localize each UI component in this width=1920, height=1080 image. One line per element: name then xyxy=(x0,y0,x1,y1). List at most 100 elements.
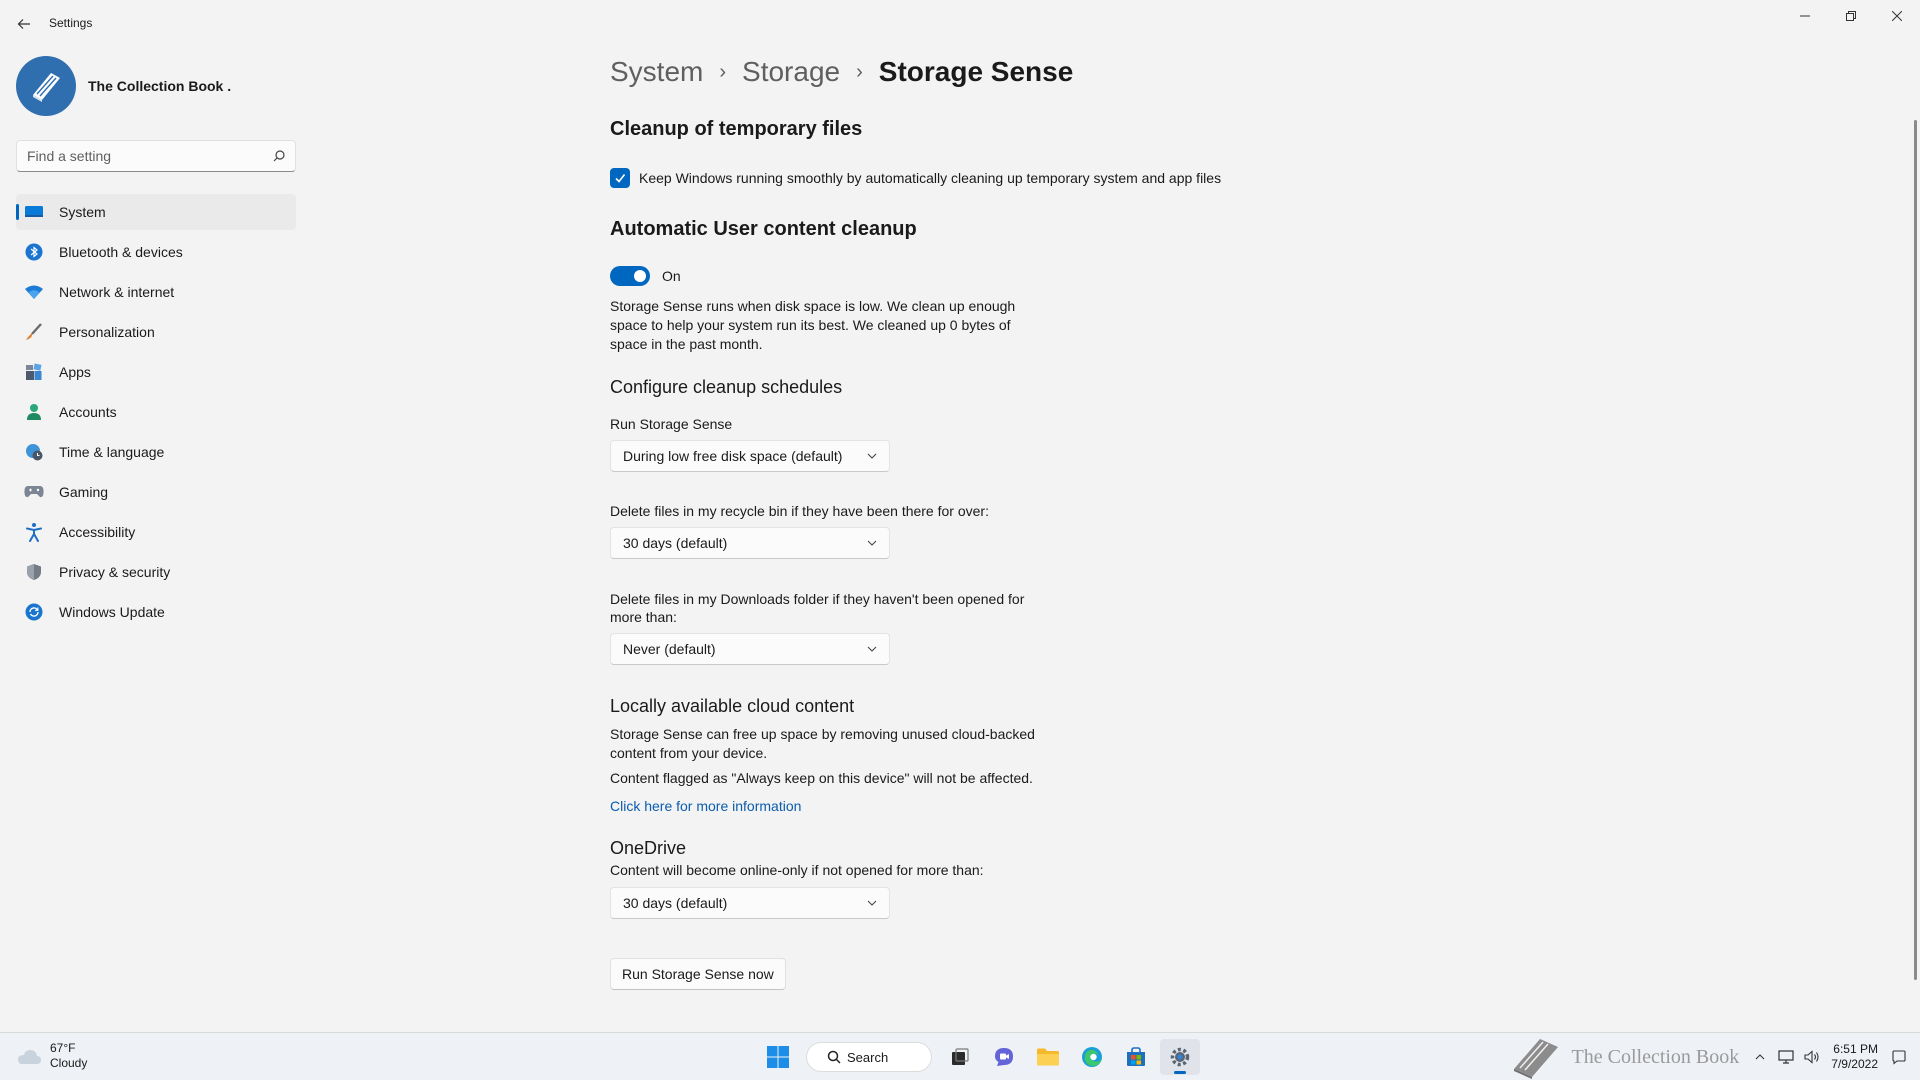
settings-taskbar-button[interactable] xyxy=(1160,1039,1200,1075)
dropdown-value: Never (default) xyxy=(623,641,716,657)
sidebar-item-network[interactable]: Network & internet xyxy=(16,274,296,310)
minimize-button[interactable] xyxy=(1782,0,1828,32)
avatar xyxy=(16,56,76,116)
dropdown-value: During low free disk space (default) xyxy=(623,448,843,464)
run-storage-sense-label: Run Storage Sense xyxy=(610,416,733,432)
store-button[interactable] xyxy=(1116,1039,1156,1075)
chat-button[interactable] xyxy=(984,1039,1024,1075)
downloads-label: Delete files in my Downloads folder if t… xyxy=(610,591,1025,625)
run-storage-sense-now-button[interactable]: Run Storage Sense now xyxy=(610,958,786,990)
temperature: 67°F xyxy=(50,1041,76,1055)
close-button[interactable] xyxy=(1874,0,1920,32)
chevron-right-icon: › xyxy=(719,60,727,83)
toggle-state-label: On xyxy=(662,268,681,284)
sidebar-item-label: Accounts xyxy=(59,404,117,420)
taskbar-search-label: Search xyxy=(847,1049,889,1065)
recycle-bin-dropdown[interactable]: 30 days (default) xyxy=(610,527,890,559)
auto-cleanup-description: Storage Sense runs when disk space is lo… xyxy=(610,298,1016,352)
sidebar-item-accessibility[interactable]: Accessibility xyxy=(16,514,296,550)
breadcrumb-system[interactable]: System xyxy=(610,56,703,88)
sidebar-item-label: Network & internet xyxy=(59,284,175,300)
clock-time: 6:51 PM xyxy=(1833,1042,1878,1056)
wifi-icon xyxy=(24,282,44,302)
sidebar-item-windows-update[interactable]: Windows Update xyxy=(16,594,296,630)
weather-text: 67°F Cloudy xyxy=(50,1041,87,1071)
sidebar-item-time-language[interactable]: Time & language xyxy=(16,434,296,470)
system-tray: The Collection Book 6:51 PM 7/9/2022 xyxy=(1510,1033,1920,1080)
chevron-up-icon xyxy=(1755,1054,1765,1060)
task-view-icon xyxy=(952,1048,969,1065)
search-input[interactable] xyxy=(27,148,273,164)
section-heading-onedrive: OneDrive xyxy=(610,838,687,858)
more-info-link[interactable]: Click here for more information xyxy=(610,798,801,814)
notifications-button[interactable] xyxy=(1888,1046,1910,1068)
back-button[interactable] xyxy=(12,12,36,36)
chevron-down-icon xyxy=(867,453,877,459)
cloud-content-note: Content flagged as "Always keep on this … xyxy=(610,770,1033,786)
app-title: Settings xyxy=(49,16,93,30)
sidebar-item-apps[interactable]: Apps xyxy=(16,354,296,390)
apps-icon xyxy=(24,362,44,382)
downloads-dropdown[interactable]: Never (default) xyxy=(610,633,890,665)
temp-files-checkbox[interactable] xyxy=(610,168,630,188)
sidebar-item-label: Personalization xyxy=(59,324,155,340)
shield-icon xyxy=(24,562,44,582)
sidebar-item-bluetooth[interactable]: Bluetooth & devices xyxy=(16,234,296,270)
taskbar: 67°F Cloudy Search The Collection Book 6… xyxy=(0,1032,1920,1080)
sidebar-item-label: Gaming xyxy=(59,484,109,500)
task-view-button[interactable] xyxy=(940,1039,980,1075)
sidebar-item-accounts[interactable]: Accounts xyxy=(16,394,296,430)
taskbar-search[interactable]: Search xyxy=(806,1042,932,1072)
clock[interactable]: 6:51 PM 7/9/2022 xyxy=(1831,1042,1878,1072)
settings-nav: System Bluetooth & devices Network & int… xyxy=(16,194,296,634)
accessibility-icon xyxy=(24,522,44,542)
sidebar-item-system[interactable]: System xyxy=(16,194,296,230)
temp-files-checkbox-label: Keep Windows running smoothly by automat… xyxy=(639,170,1222,186)
onedrive-label: Content will become online-only if not o… xyxy=(610,862,984,878)
minimize-icon xyxy=(1800,15,1810,17)
breadcrumb-storage[interactable]: Storage xyxy=(742,56,840,88)
auto-cleanup-toggle[interactable] xyxy=(610,266,650,286)
restore-button[interactable] xyxy=(1828,0,1874,32)
file-explorer-button[interactable] xyxy=(1028,1039,1068,1075)
weather-condition: Cloudy xyxy=(50,1056,88,1070)
sidebar-item-gaming[interactable]: Gaming xyxy=(16,474,296,510)
gamepad-icon xyxy=(24,482,44,502)
person-icon xyxy=(24,402,44,422)
account-header[interactable]: The Collection Book . xyxy=(16,56,231,116)
page-title: Storage Sense xyxy=(878,56,1074,87)
weather-widget[interactable]: 67°F Cloudy xyxy=(16,1041,87,1071)
sidebar-item-label: Privacy & security xyxy=(59,564,171,580)
recycle-bin-label: Delete files in my recycle bin if they h… xyxy=(610,503,989,519)
clock-date: 7/9/2022 xyxy=(1831,1057,1878,1071)
sidebar-item-label: Time & language xyxy=(59,444,165,460)
search-icon xyxy=(273,150,285,162)
sidebar-item-label: Apps xyxy=(59,364,91,380)
onedrive-dropdown[interactable]: 30 days (default) xyxy=(610,887,890,919)
run-storage-sense-dropdown[interactable]: During low free disk space (default) xyxy=(610,440,890,472)
network-tray-button[interactable] xyxy=(1775,1046,1797,1068)
start-button[interactable] xyxy=(758,1039,798,1075)
sidebar-item-label: Bluetooth & devices xyxy=(59,244,183,260)
checkmark-icon xyxy=(615,174,626,183)
volume-tray-button[interactable] xyxy=(1801,1046,1823,1068)
taskbar-apps: Search xyxy=(756,1039,1202,1075)
restore-icon xyxy=(1846,11,1856,21)
bluetooth-icon xyxy=(24,242,44,262)
sidebar-item-personalization[interactable]: Personalization xyxy=(16,314,296,350)
account-name: The Collection Book . xyxy=(88,78,232,94)
notification-icon xyxy=(1892,1050,1906,1065)
settings-search[interactable] xyxy=(16,140,296,172)
show-hidden-icons-button[interactable] xyxy=(1749,1046,1771,1068)
auto-cleanup-toggle-row: On xyxy=(610,266,681,286)
main-scrollbar[interactable] xyxy=(1914,120,1917,980)
update-icon xyxy=(24,602,44,622)
sidebar-item-privacy[interactable]: Privacy & security xyxy=(16,554,296,590)
system-icon xyxy=(24,202,44,222)
main-content: System › Storage › Storage Sense Cleanup… xyxy=(610,48,1910,1032)
sidebar: The Collection Book . System Bluetooth &… xyxy=(0,48,300,1032)
watermark-text: The Collection Book xyxy=(1571,1045,1740,1068)
section-heading-cloud-content: Locally available cloud content xyxy=(610,696,855,716)
chevron-right-icon: › xyxy=(856,60,863,83)
edge-button[interactable] xyxy=(1072,1039,1112,1075)
